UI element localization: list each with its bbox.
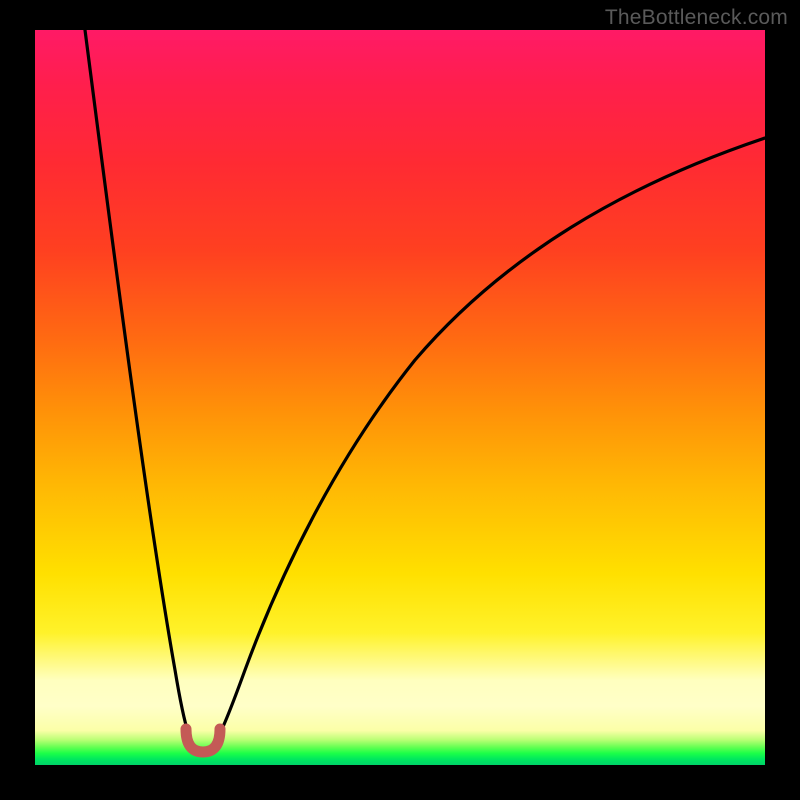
outer-frame: TheBottleneck.com [0,0,800,800]
trough-marker [186,729,220,752]
watermark-text: TheBottleneck.com [605,6,788,30]
gradient-plot-area [35,30,765,765]
curve-path [85,30,765,754]
bottleneck-curve [35,30,765,765]
